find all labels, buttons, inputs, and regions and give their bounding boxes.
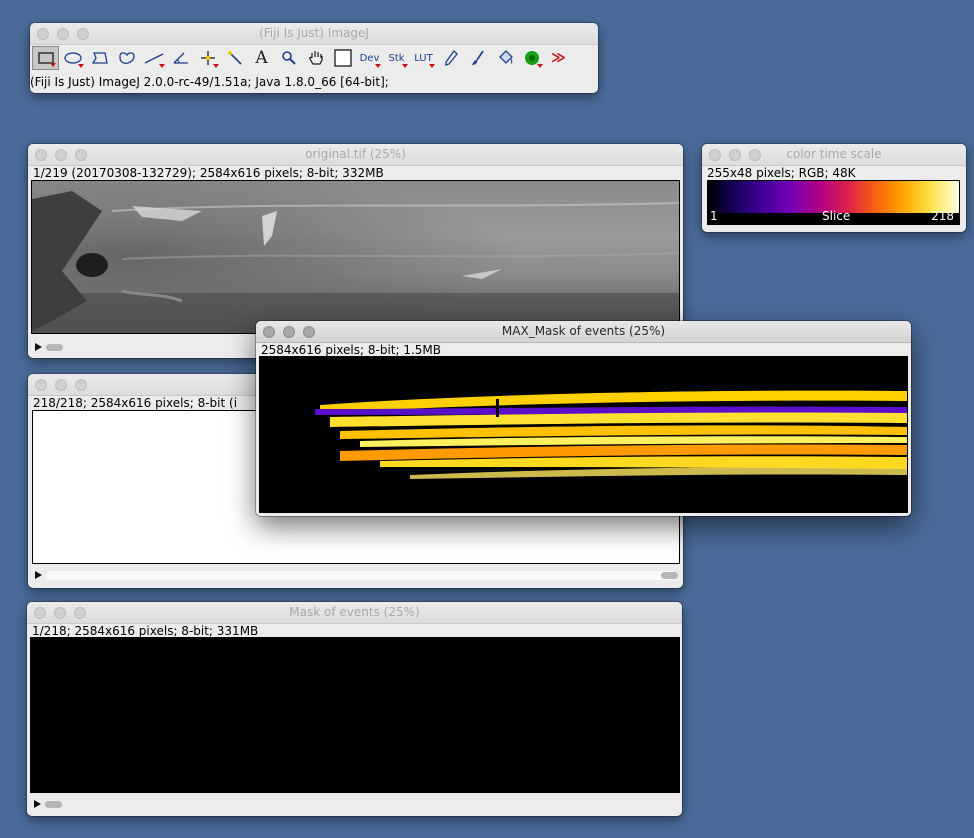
oval-tool[interactable]: [59, 46, 86, 70]
wand-icon: [227, 51, 242, 65]
window-title: MAX_Mask of events (25%): [501, 324, 666, 338]
play-icon[interactable]: [35, 571, 42, 579]
window-title: (Fiji Is Just) ImageJ: [259, 26, 369, 40]
play-icon[interactable]: [35, 343, 42, 351]
title-bar[interactable]: original.tif (25%): [28, 144, 683, 166]
stack-slider[interactable]: [28, 568, 683, 584]
window-title: color time scale: [786, 147, 882, 161]
window-title: Mask of events (25%): [289, 605, 420, 619]
magnifier-tool[interactable]: [275, 46, 302, 70]
point-tool[interactable]: [194, 46, 221, 70]
freehand-tool[interactable]: [113, 46, 140, 70]
flood-fill-tool[interactable]: [491, 46, 518, 70]
polygon-tool[interactable]: [86, 46, 113, 70]
imagej-toolbar-window: (Fiji Is Just) ImageJ A Dev Stk LUT ≫ (F…: [30, 23, 598, 93]
stack-slider[interactable]: [27, 797, 682, 813]
image-info: 255x48 pixels; RGB; 48K: [707, 166, 856, 180]
image-canvas[interactable]: [31, 180, 680, 334]
color-swatch-icon: [333, 49, 352, 67]
text-icon: A: [255, 48, 268, 68]
title-bar[interactable]: color time scale: [702, 144, 966, 166]
more-tools-button[interactable]: ≫: [545, 46, 572, 70]
image-canvas[interactable]: [259, 356, 908, 513]
slider-thumb[interactable]: [46, 344, 63, 351]
hand-tool[interactable]: [302, 46, 329, 70]
freehand-icon: [118, 52, 135, 64]
pencil-icon: [444, 50, 458, 66]
slider-thumb[interactable]: [45, 801, 62, 808]
stk-label: Stk: [388, 52, 405, 64]
text-tool[interactable]: A: [248, 46, 275, 70]
play-icon[interactable]: [34, 800, 41, 808]
stk-menu-button[interactable]: Stk: [383, 46, 410, 70]
close-button[interactable]: [35, 379, 47, 391]
microscopy-image: [32, 181, 679, 333]
lut-label: LUT: [414, 52, 433, 64]
color-picker-tool[interactable]: [329, 46, 356, 70]
angle-icon: [173, 52, 188, 64]
max-projection-image: [315, 390, 907, 479]
brush-tool[interactable]: [464, 46, 491, 70]
bucket-icon: [498, 50, 513, 64]
angle-tool[interactable]: [167, 46, 194, 70]
rectangle-tool[interactable]: [32, 46, 59, 70]
title-bar[interactable]: Mask of events (25%): [27, 602, 682, 624]
line-icon: [144, 53, 163, 64]
min-label: 1: [710, 209, 718, 223]
polygon-icon: [91, 52, 108, 64]
slider-track[interactable]: [46, 571, 677, 580]
image-canvas[interactable]: [30, 637, 680, 793]
hand-icon: [308, 51, 323, 65]
title-bar[interactable]: MAX_Mask of events (25%): [256, 321, 911, 343]
brush-icon: [471, 50, 484, 65]
max-mask-window: MAX_Mask of events (25%) 2584x616 pixels…: [256, 321, 911, 516]
oval-icon: [63, 52, 82, 64]
green-blob-tool[interactable]: [518, 46, 545, 70]
window-title: original.tif (25%): [305, 147, 406, 161]
pencil-tool[interactable]: [437, 46, 464, 70]
magnifier-icon: [281, 51, 296, 65]
lut-menu-button[interactable]: LUT: [410, 46, 437, 70]
dev-menu-button[interactable]: Dev: [356, 46, 383, 70]
tool-row: A Dev Stk LUT ≫: [32, 46, 572, 70]
double-chevron-icon: ≫: [551, 50, 566, 66]
title-bar[interactable]: (Fiji Is Just) ImageJ: [30, 23, 598, 45]
slider-thumb[interactable]: [661, 572, 678, 579]
mask-of-events-window: Mask of events (25%) 1/218; 2584x616 pix…: [27, 602, 682, 816]
wand-tool[interactable]: [221, 46, 248, 70]
max-label: 218: [931, 209, 954, 223]
axis-label: Slice: [822, 209, 851, 223]
image-info: 1/219 (20170308-132729); 2584x616 pixels…: [33, 166, 384, 180]
minimize-button[interactable]: [55, 379, 67, 391]
zoom-button[interactable]: [75, 379, 87, 391]
color-time-scale-window: color time scale 255x48 pixels; RGB; 48K…: [702, 144, 966, 232]
dev-label: Dev: [359, 52, 380, 64]
color-scale-bar: 1 Slice 218: [707, 180, 960, 225]
line-tool[interactable]: [140, 46, 167, 70]
status-bar: (Fiji Is Just) ImageJ 2.0.0-rc-49/1.51a;…: [30, 75, 389, 89]
